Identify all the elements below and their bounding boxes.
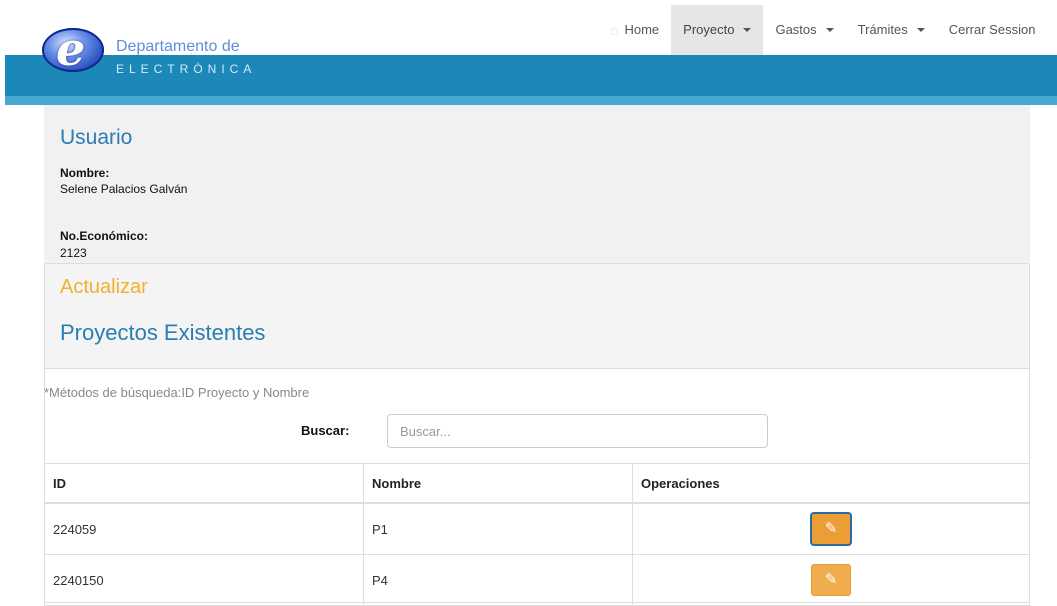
nav-logout-label: Cerrar Session	[948, 22, 1036, 37]
nav-proyecto-label: Proyecto	[683, 22, 735, 37]
search-label: Buscar:	[301, 423, 350, 438]
nav-gastos[interactable]: Gastos	[763, 5, 845, 55]
nav-proyecto[interactable]: Proyecto	[671, 5, 764, 55]
column-header-id: ID	[44, 463, 364, 504]
projects-panel-heading: Actualizar Proyectos Existentes	[45, 264, 1029, 369]
pencil-icon: ✎	[824, 520, 838, 537]
nav-home[interactable]: ⌂ Home	[598, 5, 671, 55]
column-header-nombre: Nombre	[363, 463, 633, 504]
table-row: 2240150 P4 ✎	[44, 554, 1030, 606]
column-header-operaciones: Operaciones	[632, 463, 1030, 504]
name-label: Nombre:	[60, 166, 110, 180]
cell-nombre: P4	[363, 554, 633, 606]
cell-id: 224059	[44, 502, 364, 555]
user-panel: Usuario Nombre: Selene Palacios Galván N…	[44, 105, 1030, 265]
table-row: 224059 P1 ✎	[44, 502, 1030, 555]
pencil-icon: ✎	[824, 571, 838, 588]
cell-operaciones: ✎	[632, 554, 1030, 606]
nav-tramites[interactable]: Trámites	[846, 5, 937, 55]
search-methods-hint: *Métodos de búsqueda:ID Proyecto y Nombr…	[44, 385, 310, 400]
logo-text-electronica: ELECTRÓNICA	[116, 62, 257, 76]
user-title: Usuario	[60, 126, 133, 149]
edit-button[interactable]: ✎	[811, 513, 851, 545]
site-header: e Departamento de ELECTRÓNICA ⌂ Home Pro…	[0, 0, 1057, 105]
logo-text-department: Departamento de	[116, 38, 240, 55]
caret-down-icon	[916, 28, 925, 32]
nav-home-label: Home	[624, 22, 660, 37]
projects-title: Proyectos Existentes	[60, 320, 266, 345]
cell-id: 2240150	[44, 554, 364, 606]
update-link[interactable]: Actualizar	[60, 276, 148, 299]
nav-logout[interactable]: Cerrar Session	[937, 5, 1048, 55]
econ-number-label: No.Económico:	[60, 229, 149, 243]
nav-gastos-label: Gastos	[775, 22, 817, 37]
caret-down-icon	[825, 28, 834, 32]
edit-button[interactable]: ✎	[811, 564, 851, 596]
econ-number-value: 2123	[60, 246, 87, 260]
cell-operaciones: ✎	[632, 502, 1030, 555]
main-nav: ⌂ Home Proyecto Gastos Trámites Cerrar S…	[598, 5, 1047, 57]
header-strip	[5, 96, 1057, 105]
search-input[interactable]	[387, 414, 768, 448]
home-icon: ⌂	[610, 22, 619, 38]
projects-table: ID Nombre Operaciones 224059 P1 ✎ 224015…	[44, 463, 1030, 606]
name-value: Selene Palacios Galván	[60, 182, 188, 196]
logo-emblem: e	[42, 23, 104, 75]
caret-down-icon	[743, 28, 752, 32]
department-logo[interactable]: e Departamento de ELECTRÓNICA	[42, 23, 282, 86]
table-header-row: ID Nombre Operaciones	[44, 463, 1030, 504]
logo-letter: e	[56, 22, 86, 76]
nav-tramites-label: Trámites	[857, 22, 908, 37]
cell-nombre: P1	[363, 502, 633, 555]
